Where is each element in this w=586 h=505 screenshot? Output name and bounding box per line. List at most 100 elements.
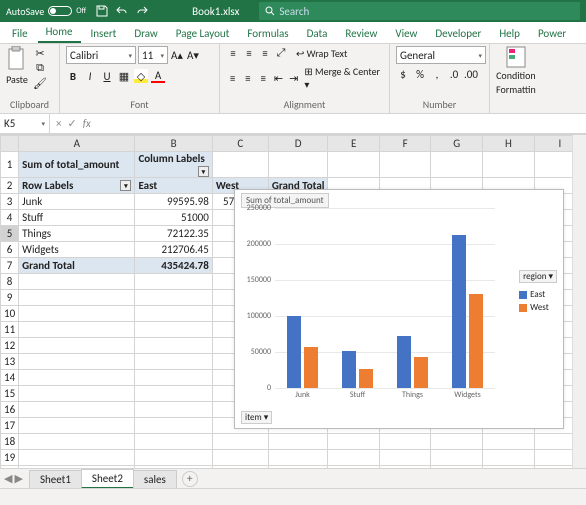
sheet-nav-next-icon[interactable]: ▶	[14, 472, 22, 485]
tab-file[interactable]: File	[4, 24, 36, 43]
wrap-text-button[interactable]: ↩ Wrap Text	[296, 47, 347, 60]
tab-power[interactable]: Power	[530, 24, 574, 43]
tab-home[interactable]: Home	[38, 22, 81, 43]
row-header[interactable]: 13	[1, 354, 19, 370]
sheet-tab[interactable]: Sheet2	[81, 469, 134, 489]
tab-developer[interactable]: Developer	[427, 24, 489, 43]
col-header[interactable]: E	[328, 136, 379, 152]
bar-east-stuff[interactable]	[342, 351, 356, 388]
pivot-chart[interactable]: Sum of total_amount 05000010000015000020…	[234, 189, 564, 429]
bold-button[interactable]: B	[66, 69, 80, 83]
row-header[interactable]: 8	[1, 274, 19, 290]
decrease-decimal-icon[interactable]: .00	[464, 67, 478, 81]
cell[interactable]: Grand Total	[19, 258, 135, 274]
cell[interactable]: Things	[19, 226, 135, 242]
add-sheet-button[interactable]: +	[182, 471, 198, 487]
vertical-scrollbar[interactable]	[572, 135, 586, 484]
number-format-combo[interactable]: General▾	[396, 46, 486, 64]
cell[interactable]: Sum of total_amount	[19, 152, 135, 178]
redo-icon[interactable]	[134, 3, 150, 19]
increase-indent-icon[interactable]: ⇥	[287, 71, 300, 85]
row-header[interactable]: 19	[1, 450, 19, 466]
col-header[interactable]: B	[135, 136, 212, 152]
tab-draw[interactable]: Draw	[126, 24, 165, 43]
row-header[interactable]: 2	[1, 178, 19, 194]
align-middle-icon[interactable]: ≡	[242, 46, 256, 60]
bar-west-things[interactable]	[414, 357, 428, 388]
tab-view[interactable]: View	[387, 24, 425, 43]
cell[interactable]: Row Labels▾	[19, 178, 135, 194]
row-header[interactable]: 18	[1, 434, 19, 450]
row-header[interactable]: 6	[1, 242, 19, 258]
tab-help[interactable]: Help	[491, 24, 528, 43]
align-left-icon[interactable]: ≡	[226, 71, 239, 85]
row-header[interactable]: 4	[1, 210, 19, 226]
bar-west-stuff[interactable]	[359, 369, 373, 388]
sheet-nav-prev-icon[interactable]: ◀	[4, 472, 12, 485]
autosave-toggle[interactable]: AutoSave Off	[0, 5, 92, 18]
fill-color-button[interactable]: ◇	[134, 69, 148, 83]
row-header[interactable]: 16	[1, 402, 19, 418]
copy-icon[interactable]: ⧉	[32, 61, 48, 75]
cell[interactable]: 51000	[135, 210, 212, 226]
font-family-combo[interactable]: Calibri▾	[66, 46, 136, 64]
bar-east-junk[interactable]	[287, 316, 301, 388]
save-icon[interactable]	[94, 3, 110, 19]
row-header[interactable]: 11	[1, 322, 19, 338]
row-header[interactable]: 9	[1, 290, 19, 306]
col-header[interactable]: H	[483, 136, 535, 152]
sheet-tab[interactable]: Sheet1	[29, 470, 82, 488]
row-header[interactable]: 17	[1, 418, 19, 434]
italic-button[interactable]: I	[83, 69, 97, 83]
align-top-icon[interactable]: ≡	[226, 46, 240, 60]
increase-decimal-icon[interactable]: .0	[447, 67, 461, 81]
tab-formulas[interactable]: Formulas	[239, 24, 296, 43]
fx-icon[interactable]: fx	[83, 117, 91, 130]
row-header[interactable]: 7	[1, 258, 19, 274]
percent-icon[interactable]: %	[413, 67, 427, 81]
sheet-tab[interactable]: sales	[133, 470, 177, 488]
col-header[interactable]: G	[431, 136, 483, 152]
cut-icon[interactable]: ✂	[32, 46, 48, 60]
border-button[interactable]: ▦	[117, 69, 131, 83]
tab-insert[interactable]: Insert	[83, 24, 125, 43]
tab-pagelayout[interactable]: Page Layout	[168, 24, 238, 43]
currency-icon[interactable]: $	[396, 67, 410, 81]
cancel-formula-icon[interactable]: ×	[56, 117, 61, 130]
align-bottom-icon[interactable]: ≡	[258, 46, 272, 60]
cell[interactable]: 435424.78	[135, 258, 212, 274]
row-header[interactable]: 5	[1, 226, 19, 242]
bar-west-widgets[interactable]	[469, 294, 483, 388]
conditional-formatting-button[interactable]: Condition Formattin	[496, 46, 536, 96]
row-header[interactable]: 12	[1, 338, 19, 354]
tab-review[interactable]: Review	[337, 24, 385, 43]
enter-formula-icon[interactable]: ✓	[67, 117, 76, 130]
select-all-corner[interactable]	[1, 136, 19, 152]
col-header[interactable]: A	[19, 136, 135, 152]
bar-east-things[interactable]	[397, 336, 411, 388]
cell[interactable]: 72122.35	[135, 226, 212, 242]
worksheet-grid[interactable]: A B C D E F G H I 1 Sum of total_amount …	[0, 134, 586, 484]
undo-icon[interactable]	[114, 3, 130, 19]
row-header[interactable]: 15	[1, 386, 19, 402]
cell[interactable]: Column Labels▾	[135, 152, 212, 178]
bar-west-junk[interactable]	[304, 347, 318, 388]
decrease-font-icon[interactable]: A▾	[186, 48, 200, 62]
search-input[interactable]: Search	[259, 2, 580, 20]
filter-dropdown-icon[interactable]: ▾	[120, 180, 131, 191]
chart-x-filter[interactable]: item ▾	[241, 411, 272, 424]
cell[interactable]: 212706.45	[135, 242, 212, 258]
orientation-icon[interactable]: ⤢	[274, 46, 288, 60]
font-color-button[interactable]: A	[151, 69, 165, 83]
col-header[interactable]: C	[212, 136, 268, 152]
row-header[interactable]: 3	[1, 194, 19, 210]
col-header[interactable]: D	[268, 136, 328, 152]
cell[interactable]: 99595.98	[135, 194, 212, 210]
underline-button[interactable]: U	[100, 69, 114, 83]
align-center-icon[interactable]: ≡	[241, 71, 254, 85]
filter-dropdown-icon[interactable]: ▾	[198, 166, 209, 177]
col-header[interactable]: F	[379, 136, 430, 152]
font-size-combo[interactable]: 11▾	[138, 46, 168, 64]
align-right-icon[interactable]: ≡	[257, 71, 270, 85]
row-header[interactable]: 10	[1, 306, 19, 322]
